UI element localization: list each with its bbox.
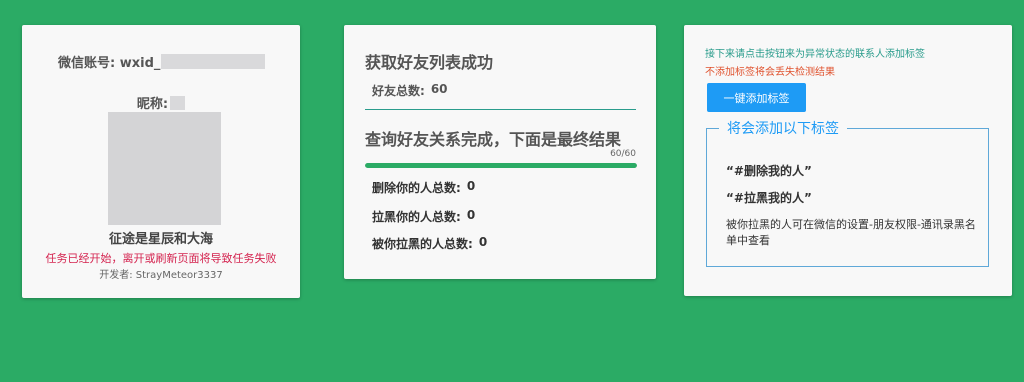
tag-instruction-warning: 不添加标签将会丢失检测结果 xyxy=(705,67,835,78)
motto-text: 征途是星辰和大海 xyxy=(108,232,213,247)
tag-blocked-me: “#拉黑我的人” xyxy=(726,191,812,205)
nickname-label: 昵称: xyxy=(136,97,169,112)
wxid-redacted xyxy=(161,54,266,69)
stat-label: 拉黑你的人总数: xyxy=(372,210,461,224)
stat-value: 0 xyxy=(466,179,476,193)
fetch-title: 获取好友列表成功 xyxy=(365,53,494,72)
friend-total-label: 好友总数: xyxy=(372,84,425,98)
stat-blocked-you: 拉黑你的人总数: 0 xyxy=(372,208,475,225)
nickname-redacted xyxy=(170,95,186,110)
stat-value: 0 xyxy=(466,208,476,222)
query-title: 查询好友关系完成，下面是最终结果 xyxy=(365,130,622,149)
friend-total: 好友总数: 60 xyxy=(372,82,448,99)
stat-label: 被你拉黑的人总数: xyxy=(372,237,473,251)
tags-legend: 将会添加以下标签 xyxy=(727,121,839,137)
stat-value: 0 xyxy=(478,235,488,249)
tag-deleted-me: “#删除我的人” xyxy=(726,164,812,178)
stat-deleted-you: 删除你的人总数: 0 xyxy=(372,179,475,196)
wxid-row: 微信账号: wxid_ xyxy=(58,52,266,71)
developer-credit: 开发者: StrayMeteor3337 xyxy=(99,270,223,281)
avatar xyxy=(108,112,221,225)
tags-card: 接下来请点击按钮来为异常状态的联系人添加标签 不添加标签将会丢失检测结果 一键添… xyxy=(684,25,1012,296)
progress-count: 60/60 xyxy=(610,149,636,159)
progress-bar xyxy=(365,163,637,168)
task-warning: 任务已经开始，离开或刷新页面将导致任务失败 xyxy=(45,252,277,265)
stat-you-blocked: 被你拉黑的人总数: 0 xyxy=(372,235,487,252)
blacklist-note: 被你拉黑的人可在微信的设置-朋友权限-通讯录黑名单中查看 xyxy=(726,218,976,247)
progress-fill xyxy=(365,163,637,168)
wxid-label: 微信账号: wxid_ xyxy=(58,56,161,71)
add-tags-button[interactable]: 一键添加标签 xyxy=(707,83,806,112)
friend-total-value: 60 xyxy=(430,82,448,96)
result-card: 获取好友列表成功 好友总数: 60 查询好友关系完成，下面是最终结果 60/60… xyxy=(344,25,656,279)
divider xyxy=(365,109,636,110)
nickname-row: 昵称: xyxy=(22,93,300,112)
tag-instruction: 接下来请点击按钮来为异常状态的联系人添加标签 xyxy=(705,49,925,60)
account-card: 微信账号: wxid_ 昵称: 征途是星辰和大海 任务已经开始，离开或刷新页面将… xyxy=(22,25,300,298)
stat-label: 删除你的人总数: xyxy=(372,181,461,195)
